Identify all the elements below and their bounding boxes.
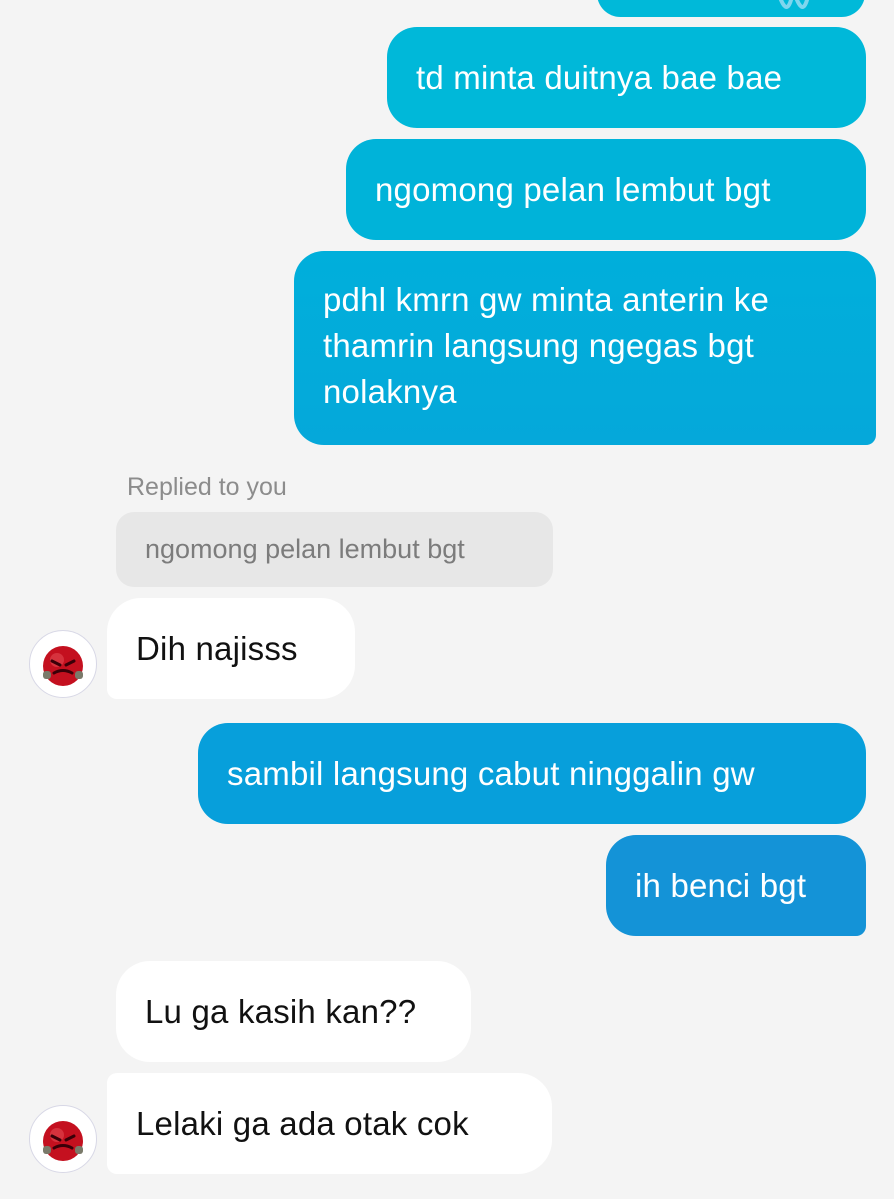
incoming-message[interactable]: Lu ga kasih kan?? — [116, 961, 471, 1062]
reply-context-label: Replied to you — [127, 473, 287, 501]
quoted-message[interactable]: ngomong pelan lembut bgt — [116, 512, 553, 587]
message-text: ngomong pelan lembut bgt — [375, 170, 771, 208]
outgoing-message[interactable]: pdhl kmrn gw minta anterin ke thamrin la… — [294, 251, 876, 445]
outgoing-message[interactable]: sambil langsung cabut ninggalin gw — [198, 723, 866, 824]
contact-avatar[interactable] — [29, 630, 97, 698]
message-text-line: nolaknya — [323, 373, 457, 410]
quoted-message-text: ngomong pelan lembut bgt — [145, 534, 465, 564]
message-text-line: pdhl kmrn gw minta anterin ke — [323, 281, 769, 318]
incoming-message[interactable]: Lelaki ga ada otak cok — [107, 1073, 552, 1174]
message-text: Lelaki ga ada otak cok — [136, 1104, 469, 1142]
message-text: td minta duitnya bae bae — [416, 58, 783, 96]
incoming-message[interactable]: Dih najisss — [107, 598, 355, 699]
angry-emoji-icon — [43, 1121, 83, 1161]
message-text: sambil langsung cabut ninggalin gw — [227, 754, 755, 792]
angry-emoji-icon — [43, 646, 83, 686]
outgoing-message-partial[interactable] — [597, 0, 865, 17]
contact-avatar[interactable] — [29, 1105, 97, 1173]
sticker-icon — [779, 0, 809, 9]
message-text: Lu ga kasih kan?? — [145, 992, 417, 1030]
outgoing-message[interactable]: ih benci bgt — [606, 835, 866, 936]
message-text: Dih najisss — [136, 629, 298, 667]
outgoing-message[interactable]: td minta duitnya bae bae — [387, 27, 866, 128]
chat-thread: td minta duitnya bae bae ngomong pelan l… — [0, 0, 894, 1199]
outgoing-message[interactable]: ngomong pelan lembut bgt — [346, 139, 866, 240]
message-text: ih benci bgt — [635, 866, 807, 904]
message-text-line: thamrin langsung ngegas bgt — [323, 327, 755, 364]
